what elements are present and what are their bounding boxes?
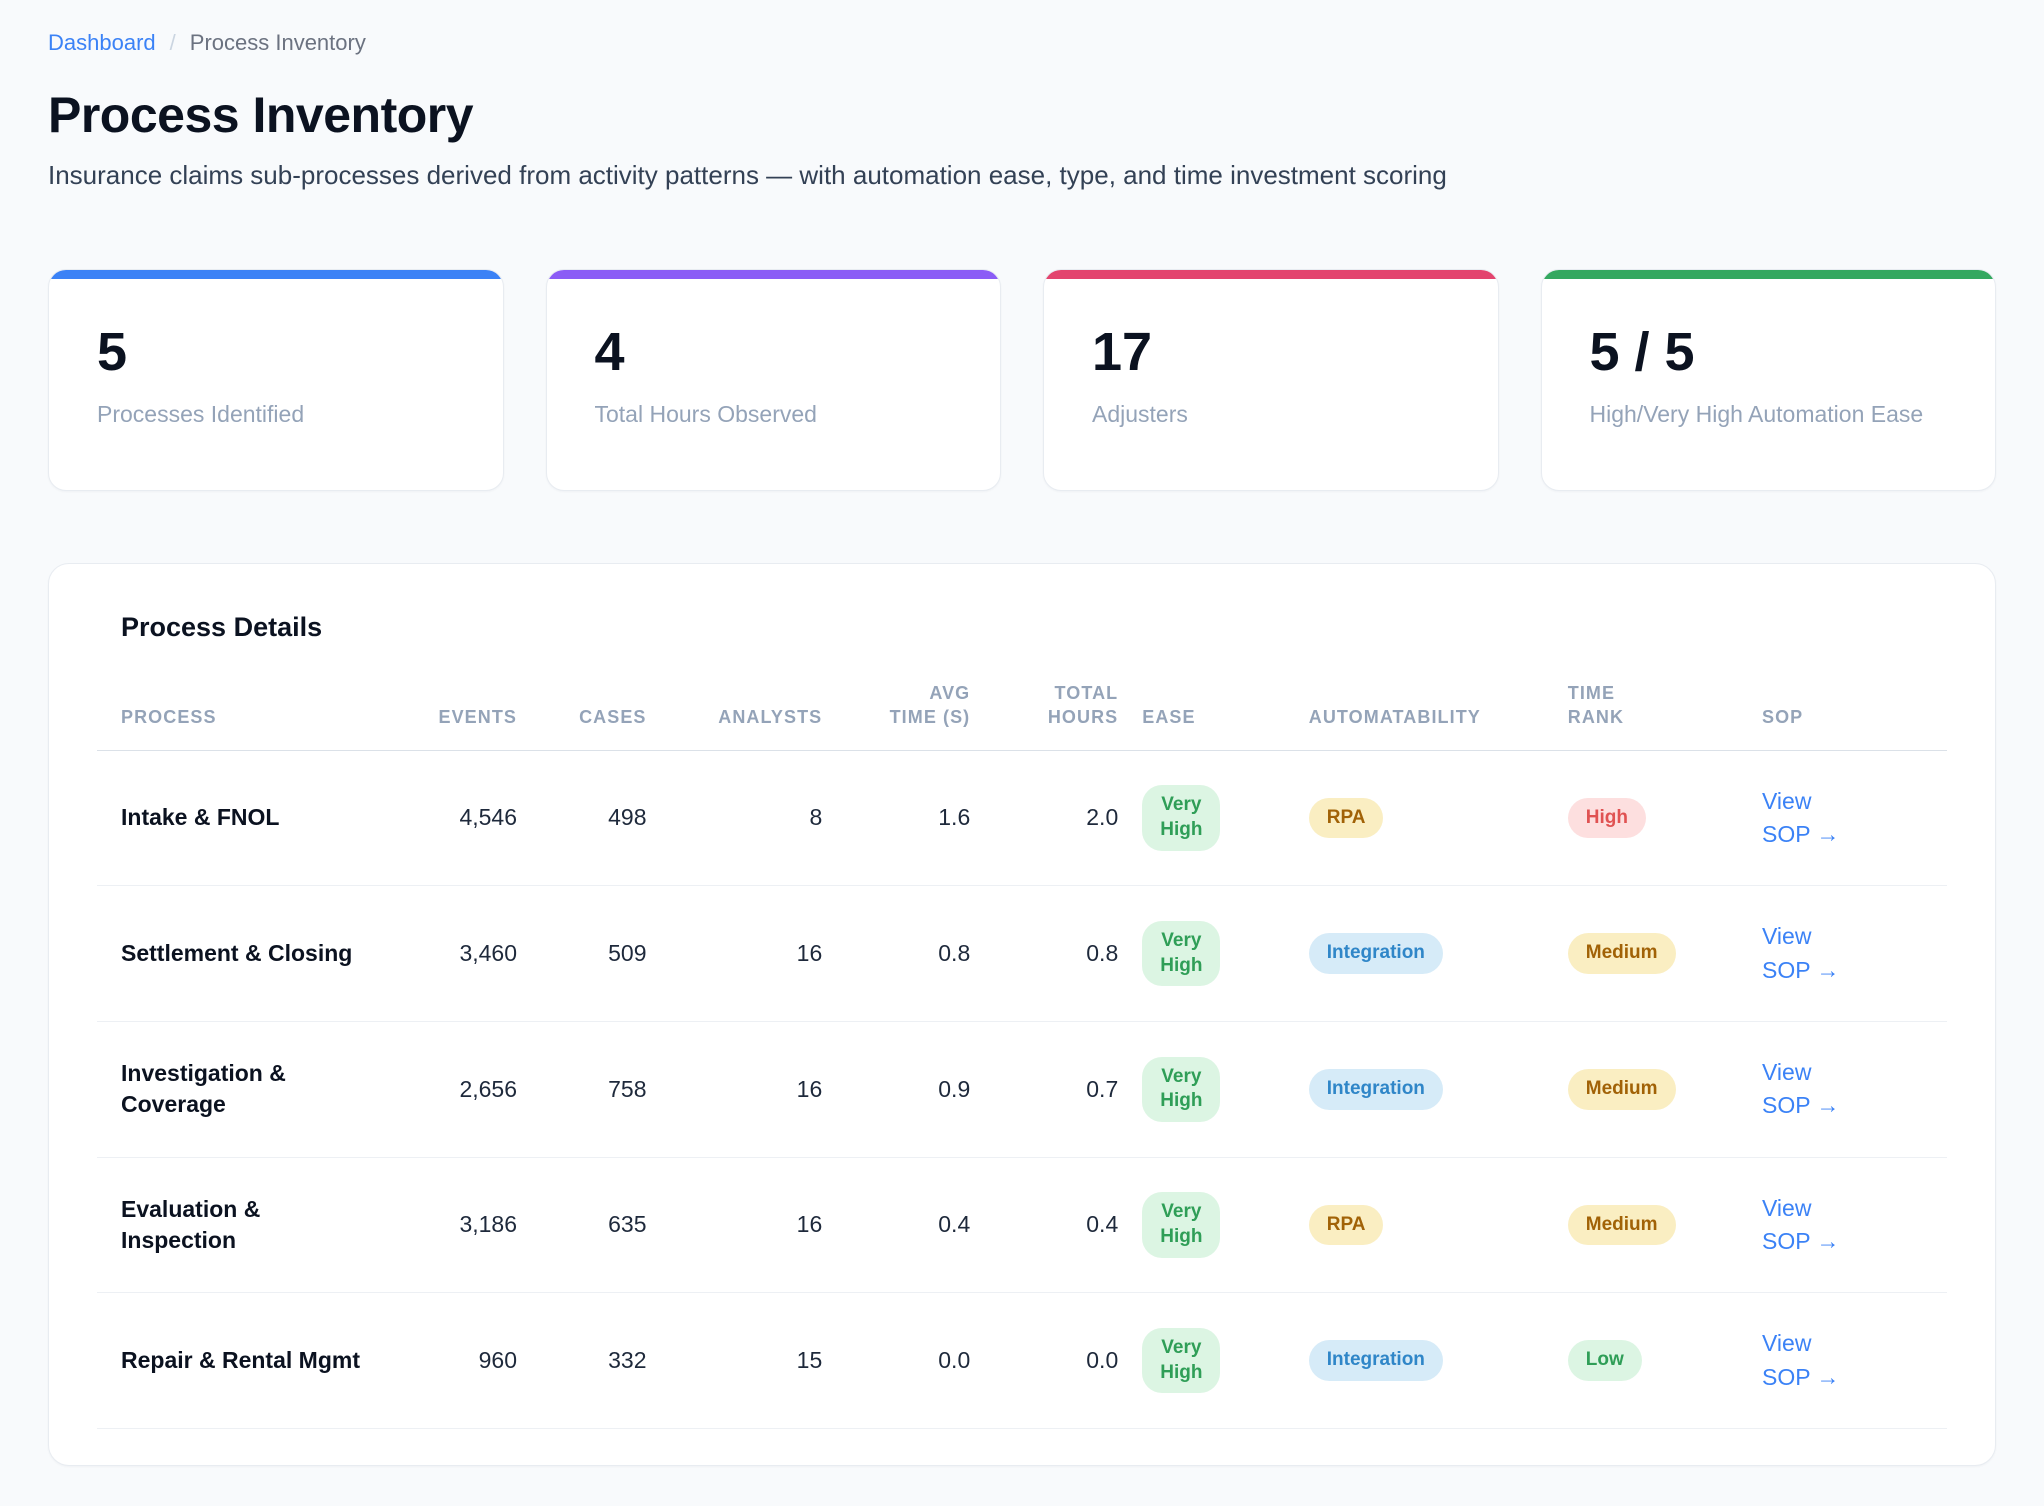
analysts-value: 16 (671, 1157, 847, 1293)
ease-badge: Very High (1142, 785, 1220, 850)
col-header-time-rank: TIME RANK (1568, 681, 1762, 750)
stat-accent-bar (1044, 270, 1498, 279)
stat-value: 5 (97, 321, 455, 383)
stat-cards: 5 Processes Identified 4 Total Hours Obs… (48, 269, 1996, 491)
process-name: Repair & Rental Mgmt (97, 1293, 393, 1429)
col-header-avg-time: AVG TIME (S) (846, 681, 994, 750)
stat-card-automation-ease: 5 / 5 High/Very High Automation Ease (1541, 269, 1997, 491)
cases-value: 332 (541, 1293, 671, 1429)
total-hours-value: 0.0 (994, 1293, 1142, 1429)
table-row: Settlement & Closing 3,460 509 16 0.8 0.… (97, 886, 1947, 1022)
page-subtitle: Insurance claims sub-processes derived f… (48, 160, 1996, 191)
view-sop-link[interactable]: View SOP → (1762, 785, 1848, 852)
view-sop-link[interactable]: View SOP → (1762, 920, 1848, 987)
cases-value: 498 (541, 750, 671, 886)
analysts-value: 15 (671, 1293, 847, 1429)
avg-time-value: 0.4 (846, 1157, 994, 1293)
col-header-cases: CASES (541, 681, 671, 750)
process-table-body: Intake & FNOL 4,546 498 8 1.6 2.0 Very H… (97, 750, 1947, 1428)
events-value: 960 (393, 1293, 541, 1429)
avg-time-value: 0.0 (846, 1293, 994, 1429)
col-header-automatability: AUTOMATABILITY (1309, 681, 1568, 750)
breadcrumb-current: Process Inventory (190, 30, 366, 56)
col-header-ease: EASE (1142, 681, 1309, 750)
avg-time-value: 0.8 (846, 886, 994, 1022)
process-name: Settlement & Closing (97, 886, 393, 1022)
process-details-title: Process Details (97, 612, 1947, 643)
stat-card-processes: 5 Processes Identified (48, 269, 504, 491)
table-row: Investigation & Coverage 2,656 758 16 0.… (97, 1021, 1947, 1157)
col-header-sop: SOP (1762, 681, 1947, 750)
table-row: Evaluation & Inspection 3,186 635 16 0.4… (97, 1157, 1947, 1293)
table-row: Intake & FNOL 4,546 498 8 1.6 2.0 Very H… (97, 750, 1947, 886)
view-sop-link[interactable]: View SOP → (1762, 1056, 1848, 1123)
events-value: 2,656 (393, 1021, 541, 1157)
automatability-badge: RPA (1309, 798, 1384, 839)
automatability-badge: RPA (1309, 1205, 1384, 1246)
stat-accent-bar (49, 270, 503, 279)
stat-label: Adjusters (1092, 399, 1450, 430)
analysts-value: 16 (671, 1021, 847, 1157)
time-rank-badge: Medium (1568, 933, 1676, 974)
process-table: PROCESS EVENTS CASES ANALYSTS AVG TIME (… (97, 681, 1947, 1429)
col-header-process: PROCESS (97, 681, 393, 750)
automatability-badge: Integration (1309, 1069, 1443, 1110)
total-hours-value: 2.0 (994, 750, 1142, 886)
analysts-value: 16 (671, 886, 847, 1022)
cases-value: 758 (541, 1021, 671, 1157)
events-value: 3,460 (393, 886, 541, 1022)
time-rank-badge: High (1568, 798, 1646, 839)
automatability-badge: Integration (1309, 1340, 1443, 1381)
events-value: 3,186 (393, 1157, 541, 1293)
total-hours-value: 0.7 (994, 1021, 1142, 1157)
process-details-card: Process Details PROCESS EVENTS CASES ANA… (48, 563, 1996, 1466)
ease-badge: Very High (1142, 921, 1220, 986)
analysts-value: 8 (671, 750, 847, 886)
col-header-analysts: ANALYSTS (671, 681, 847, 750)
col-header-total-hours: TOTAL HOURS (994, 681, 1142, 750)
table-row: Repair & Rental Mgmt 960 332 15 0.0 0.0 … (97, 1293, 1947, 1429)
process-name: Evaluation & Inspection (97, 1157, 393, 1293)
breadcrumb-dashboard-link[interactable]: Dashboard (48, 30, 156, 56)
events-value: 4,546 (393, 750, 541, 886)
stat-card-total-hours: 4 Total Hours Observed (546, 269, 1002, 491)
cases-value: 509 (541, 886, 671, 1022)
process-name: Intake & FNOL (97, 750, 393, 886)
breadcrumb-separator: / (170, 30, 176, 56)
stat-card-adjusters: 17 Adjusters (1043, 269, 1499, 491)
stat-value: 5 / 5 (1590, 321, 1948, 383)
stat-value: 4 (595, 321, 953, 383)
time-rank-badge: Low (1568, 1340, 1642, 1381)
process-inventory-page: Dashboard / Process Inventory Process In… (0, 0, 2044, 1506)
col-header-events: EVENTS (393, 681, 541, 750)
stat-accent-bar (1542, 270, 1996, 279)
ease-badge: Very High (1142, 1328, 1220, 1393)
time-rank-badge: Medium (1568, 1069, 1676, 1110)
breadcrumb: Dashboard / Process Inventory (48, 30, 1996, 56)
stat-label: Processes Identified (97, 399, 455, 430)
stat-label: Total Hours Observed (595, 399, 953, 430)
stat-accent-bar (547, 270, 1001, 279)
stat-label: High/Very High Automation Ease (1590, 399, 1948, 430)
page-title: Process Inventory (48, 86, 1996, 144)
view-sop-link[interactable]: View SOP → (1762, 1192, 1848, 1259)
table-header-row: PROCESS EVENTS CASES ANALYSTS AVG TIME (… (97, 681, 1947, 750)
total-hours-value: 0.4 (994, 1157, 1142, 1293)
automatability-badge: Integration (1309, 933, 1443, 974)
avg-time-value: 0.9 (846, 1021, 994, 1157)
total-hours-value: 0.8 (994, 886, 1142, 1022)
stat-value: 17 (1092, 321, 1450, 383)
ease-badge: Very High (1142, 1192, 1220, 1257)
process-name: Investigation & Coverage (97, 1021, 393, 1157)
time-rank-badge: Medium (1568, 1205, 1676, 1246)
avg-time-value: 1.6 (846, 750, 994, 886)
view-sop-link[interactable]: View SOP → (1762, 1327, 1848, 1394)
ease-badge: Very High (1142, 1057, 1220, 1122)
cases-value: 635 (541, 1157, 671, 1293)
